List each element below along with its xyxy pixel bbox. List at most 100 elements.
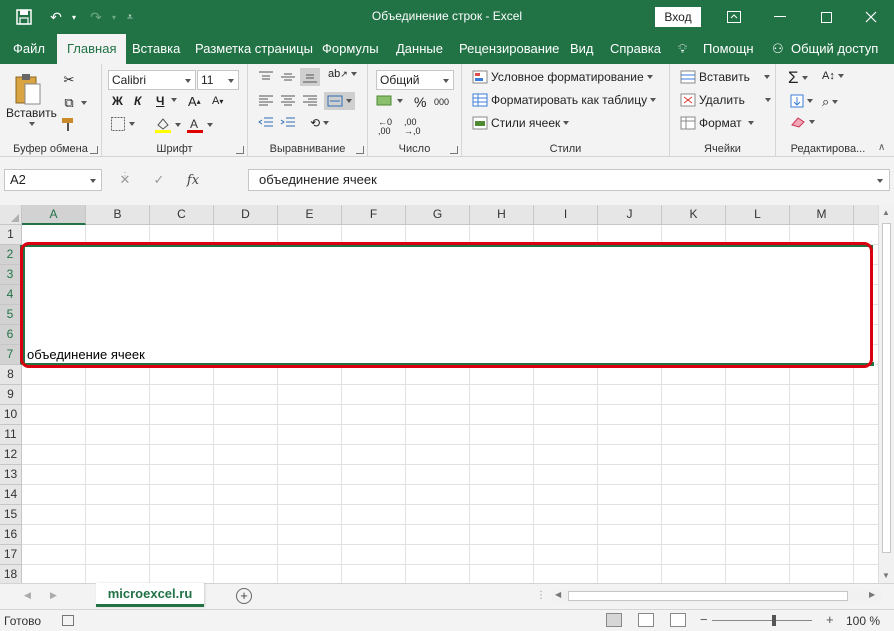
scroll-left-icon[interactable]: ◀ [555, 590, 561, 599]
cut-icon[interactable]: ✂ [60, 71, 78, 89]
tell-me-search[interactable]: Помощн [703, 34, 754, 64]
font-name-select[interactable]: Calibri [108, 70, 196, 90]
name-box[interactable]: A2 [4, 169, 102, 191]
customize-toolbar-icon[interactable]: ⩡ [118, 6, 142, 28]
tab-help[interactable]: Справка [610, 34, 661, 64]
row-header[interactable]: 5 [0, 305, 22, 325]
tab-insert[interactable]: Вставка [132, 34, 180, 64]
decrease-decimal-icon[interactable]: ,00 →,0 [404, 118, 421, 136]
column-header[interactable]: I [534, 205, 598, 225]
column-header[interactable]: K [662, 205, 726, 225]
sort-filter-icon[interactable]: A↕ [822, 70, 844, 82]
column-header[interactable]: L [726, 205, 790, 225]
tab-data[interactable]: Данные [396, 34, 443, 64]
zoom-level[interactable]: 100 % [846, 614, 880, 628]
new-sheet-icon[interactable]: + [236, 588, 252, 604]
align-top-icon[interactable] [258, 70, 274, 84]
column-header[interactable]: F [342, 205, 406, 225]
column-header[interactable]: G [406, 205, 470, 225]
scroll-down-icon[interactable]: ▼ [882, 571, 890, 580]
copy-icon[interactable]: ⧉ [60, 94, 87, 112]
increase-indent-icon[interactable] [280, 116, 296, 130]
row-header[interactable]: 9 [0, 385, 22, 405]
scroll-right-icon[interactable]: ▶ [869, 590, 875, 599]
horizontal-scroll-thumb[interactable] [568, 591, 848, 601]
decrease-indent-icon[interactable] [258, 116, 274, 130]
paste-dropdown-icon[interactable] [26, 122, 35, 126]
number-format-select[interactable]: Общий [376, 70, 454, 90]
clear-icon[interactable] [790, 116, 815, 128]
lightbulb-icon[interactable]: 💡︎ [678, 34, 687, 64]
borders-icon[interactable] [110, 116, 135, 132]
column-header[interactable]: C [150, 205, 214, 225]
fill-color-icon[interactable] [154, 116, 181, 134]
vertical-scroll-thumb[interactable] [882, 223, 891, 553]
underline-dropdown-icon[interactable] [168, 98, 177, 102]
column-header[interactable]: J [598, 205, 662, 225]
column-header[interactable]: D [214, 205, 278, 225]
prev-sheet-icon[interactable]: ◀ [24, 590, 31, 601]
column-header[interactable]: A [22, 205, 86, 225]
page-layout-view-icon[interactable] [638, 613, 654, 627]
cancel-icon[interactable]: ✕ [108, 172, 142, 188]
share-icon[interactable]: ⚇ [772, 34, 784, 64]
font-color-icon[interactable]: A [186, 116, 213, 134]
formula-input[interactable]: объединение ячеек [248, 169, 890, 191]
row-header[interactable]: 7 [0, 345, 22, 365]
row-header[interactable]: 12 [0, 445, 22, 465]
align-bottom-icon[interactable] [300, 68, 320, 86]
bold-button[interactable]: Ж [112, 94, 123, 108]
enter-icon[interactable]: ✓ [142, 172, 176, 188]
merge-center-icon[interactable]: ⟲ [310, 116, 330, 130]
tab-page-layout[interactable]: Разметка страницы [195, 34, 313, 64]
autosum-icon[interactable]: Σ [788, 68, 808, 88]
italic-button[interactable]: К [134, 94, 141, 108]
format-painter-icon[interactable] [60, 116, 78, 132]
row-header[interactable]: 8 [0, 365, 22, 385]
tab-view[interactable]: Вид [570, 34, 594, 64]
ribbon-display-options-icon[interactable] [711, 0, 757, 34]
percent-button[interactable]: % [414, 94, 426, 110]
paste-icon[interactable] [14, 72, 44, 106]
save-icon[interactable] [12, 6, 36, 28]
increase-decimal-icon[interactable]: ←0,00 [378, 118, 392, 136]
tab-home[interactable]: Главная [57, 34, 127, 64]
row-header[interactable]: 2 [0, 245, 22, 265]
scroll-up-icon[interactable]: ▲ [882, 208, 890, 217]
column-header[interactable]: E [278, 205, 342, 225]
worksheet-grid[interactable]: A B C D E F G H I J K L M 1 2 3 4 5 6 7 8 9 10 11 12 13 14 15 16 17 18… [0, 205, 878, 583]
format-as-table-button[interactable]: Форматировать как таблицу [472, 93, 657, 107]
row-header[interactable]: 13 [0, 465, 22, 485]
accounting-format-icon[interactable] [376, 94, 403, 108]
clipboard-launcher-icon[interactable] [90, 146, 98, 154]
tab-file[interactable]: Файл [13, 34, 45, 64]
align-middle-icon[interactable] [280, 70, 296, 84]
column-header[interactable]: B [86, 205, 150, 225]
merged-cell-a2[interactable]: объединение ячеек [23, 245, 873, 365]
row-header[interactable]: 3 [0, 265, 22, 285]
align-center-icon[interactable] [280, 94, 296, 108]
fill-handle[interactable] [869, 361, 875, 367]
zoom-in-button[interactable]: + [826, 612, 834, 627]
login-button[interactable]: Вход [655, 7, 701, 27]
font-size-select[interactable]: 11 [197, 70, 239, 90]
column-header[interactable]: M [790, 205, 854, 225]
undo-dropdown-icon[interactable]: ▾ [62, 6, 86, 28]
page-break-view-icon[interactable] [670, 613, 686, 627]
row-header[interactable]: 14 [0, 485, 22, 505]
row-header[interactable]: 15 [0, 505, 22, 525]
normal-view-icon[interactable] [606, 613, 622, 627]
insert-function-icon[interactable]: fx [176, 173, 210, 188]
delete-cells-button[interactable]: Удалить [680, 93, 771, 107]
thousands-separator-button[interactable]: 000 [434, 97, 449, 107]
maximize-icon[interactable] [803, 0, 849, 34]
tab-review[interactable]: Рецензирование [459, 34, 559, 64]
tab-formulas[interactable]: Формулы [322, 34, 379, 64]
align-right-icon[interactable] [302, 94, 318, 108]
zoom-slider[interactable] [712, 620, 812, 621]
increase-font-size-icon[interactable]: A ▴ [188, 94, 201, 109]
tab-splitter-icon[interactable]: ⋮ [536, 590, 546, 601]
paste-button[interactable]: Вставить [6, 106, 57, 120]
row-header[interactable]: 17 [0, 545, 22, 565]
row-header[interactable]: 6 [0, 325, 22, 345]
